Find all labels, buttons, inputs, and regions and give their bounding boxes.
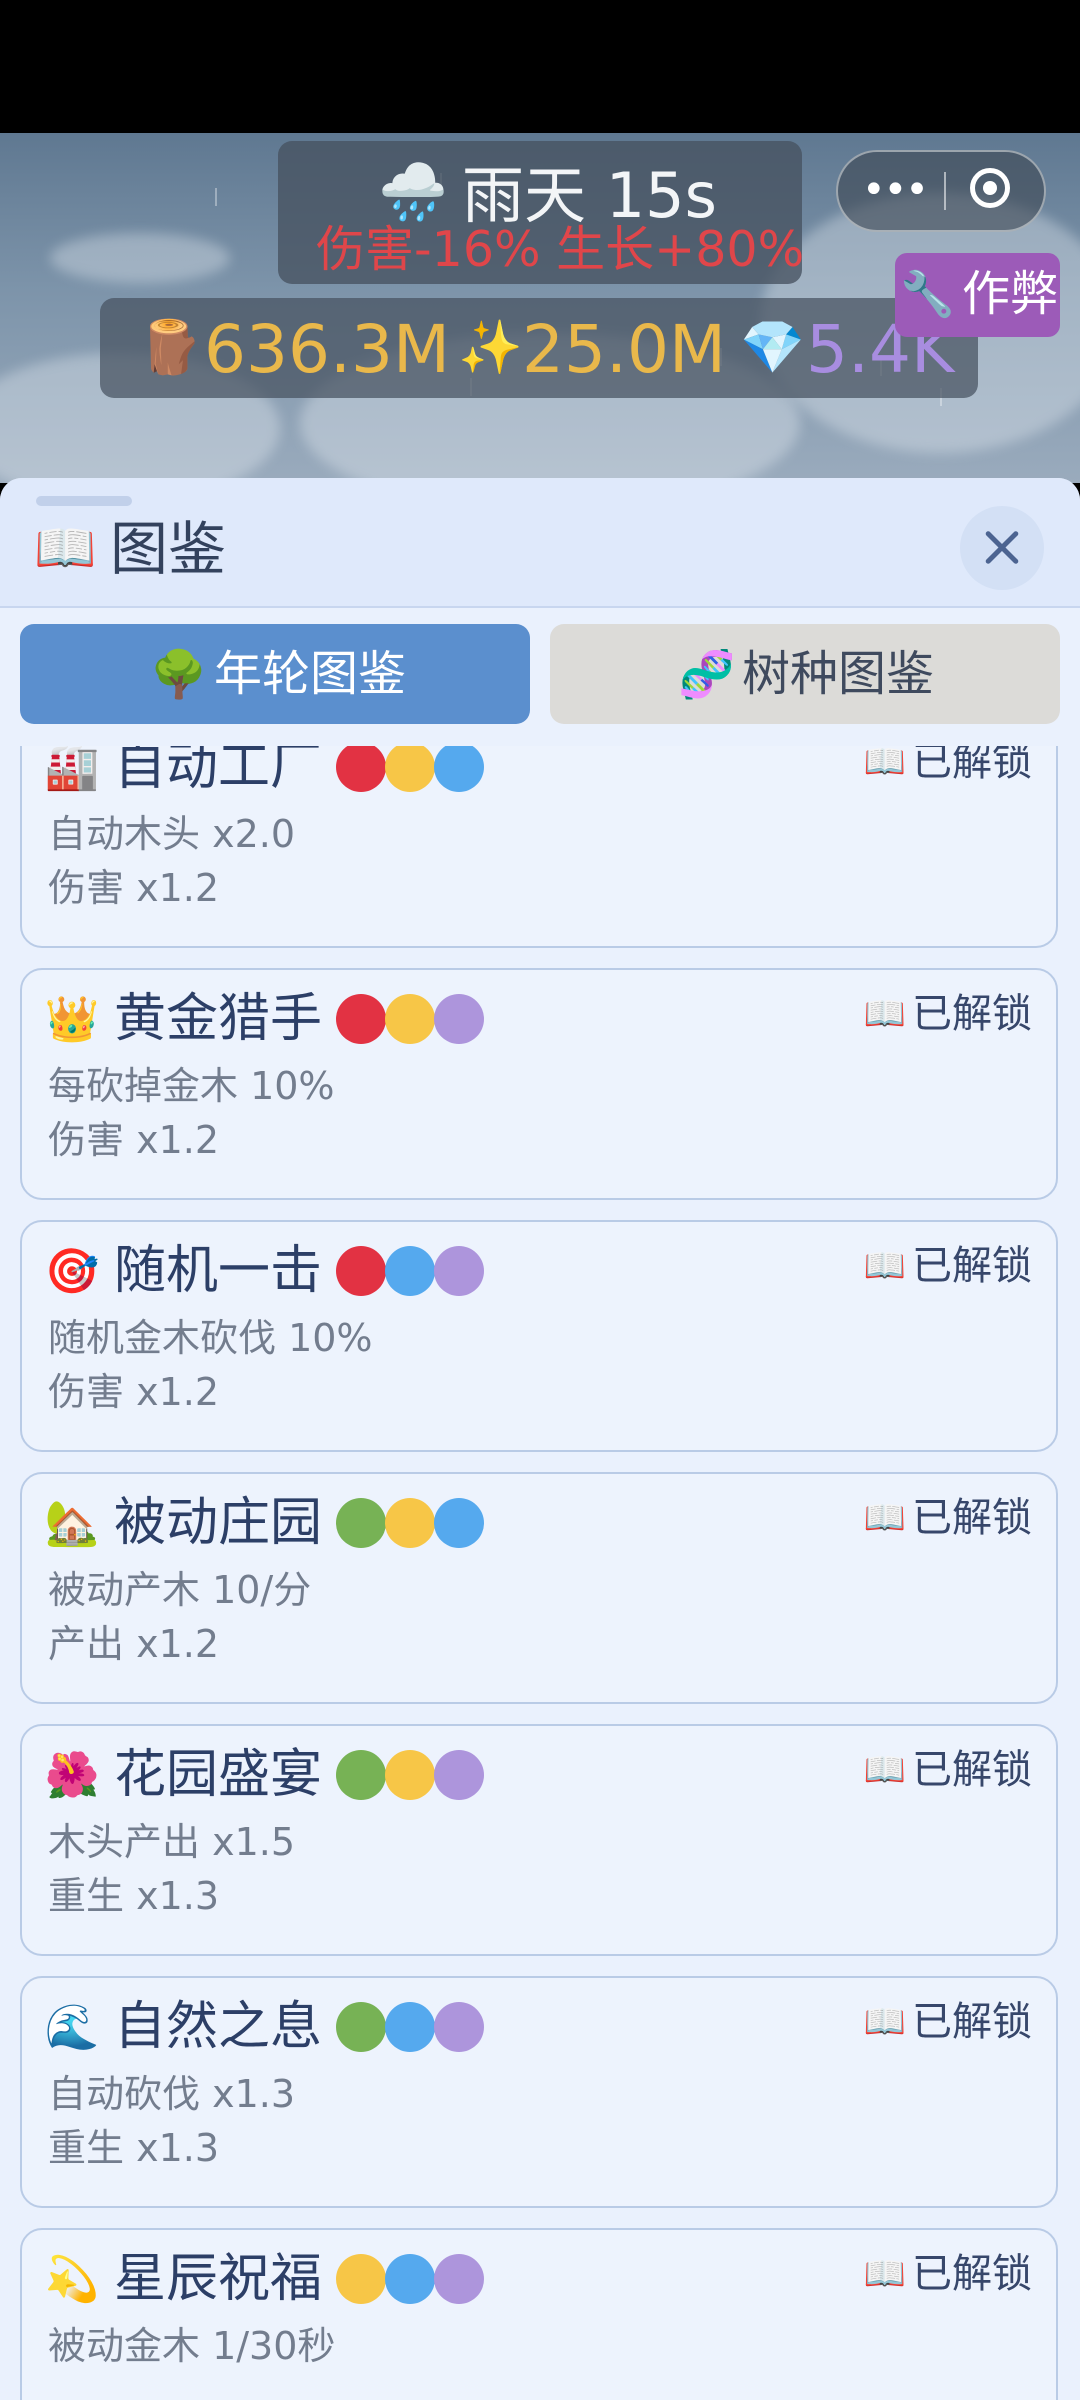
unlock-status: 📖 已解锁 [864, 1488, 1032, 1548]
wave-icon: 🌊 [44, 2002, 100, 2053]
color-dot-purple [434, 994, 484, 1044]
card-name: 自然之息 [114, 1997, 323, 2057]
color-dot-purple [434, 2254, 484, 2304]
color-dot-green [336, 1498, 386, 1548]
crown-icon: 👑 [44, 994, 100, 1045]
dna-icon: 🧬 [678, 647, 736, 701]
color-dot-red [336, 1246, 386, 1296]
codex-card[interactable]: 🎯 随机一击 📖 已解锁 随机金木砍伐 10% 伤害 x1.2 [20, 1220, 1058, 1452]
sparkle-count: 25.0M [522, 311, 726, 388]
color-dot-yellow [385, 1498, 435, 1548]
card-name: 随机一击 [114, 1241, 323, 1301]
color-dot-red [336, 994, 386, 1044]
panel-header: 📖 图鉴 [0, 478, 1080, 608]
color-dot-red [336, 746, 386, 792]
color-dot-yellow [385, 994, 435, 1044]
card-effect-1: 每砍掉金木 10% [48, 1064, 335, 1108]
color-dot-yellow [336, 2254, 386, 2304]
wrench-icon: 🔧 [900, 269, 955, 320]
book-icon: 📖 [863, 2002, 906, 2042]
hibiscus-icon: 🌺 [44, 1750, 100, 1801]
codex-card[interactable]: 🏭 自动工厂 📖 已解锁 自动木头 x2.0 伤害 x1.2 [20, 746, 1058, 948]
tab-ring-codex[interactable]: 🌳 年轮图鉴 [20, 624, 530, 724]
card-effect-1: 被动产木 10/分 [48, 1568, 312, 1612]
card-effect-2: 伤害 x1.2 [48, 1370, 220, 1414]
book-icon: 📖 [863, 1750, 906, 1790]
color-dot-blue [385, 2254, 435, 2304]
tab-label: 树种图鉴 [742, 646, 935, 702]
tab-species-codex[interactable]: 🧬 树种图鉴 [550, 624, 1060, 724]
card-name: 星辰祝福 [114, 2249, 323, 2309]
book-icon: 📖 [863, 994, 906, 1034]
house-garden-icon: 🏡 [44, 1498, 100, 1549]
card-name: 花园盛宴 [114, 1745, 323, 1805]
card-effect-2: 伤害 x1.2 [48, 866, 220, 910]
codex-card[interactable]: 🏡 被动庄园 📖 已解锁 被动产木 10/分 产出 x1.2 [20, 1472, 1058, 1704]
unlock-status: 📖 已解锁 [864, 2244, 1032, 2304]
more-dots-icon[interactable]: ••• [862, 160, 929, 220]
color-dot-yellow [385, 746, 435, 792]
tree-icon: 🌳 [150, 647, 208, 701]
book-icon: 📖 [863, 2254, 906, 2294]
unlock-status: 📖 已解锁 [864, 984, 1032, 1044]
codex-panel: 📖 图鉴 🌳 年轮图鉴 🧬 树种图鉴 🏭 自动工厂 📖 已解锁 自动木头 x2.0… [0, 478, 1080, 2400]
card-effect-1: 被动金木 1/30秒 [48, 2324, 336, 2368]
card-effect-1: 木头产出 x1.5 [48, 1820, 296, 1864]
diamond-icon: 💎 [740, 318, 805, 378]
color-dot-yellow [385, 1750, 435, 1800]
unlock-status: 📖 已解锁 [864, 1740, 1032, 1800]
panel-title: 图鉴 [110, 515, 227, 583]
codex-card[interactable]: 🌊 自然之息 📖 已解锁 自动砍伐 x1.3 重生 x1.3 [20, 1976, 1058, 2208]
color-dot-blue [385, 1246, 435, 1296]
book-icon: 📖 [863, 746, 906, 782]
card-effect-2: 重生 x1.3 [48, 2126, 220, 2170]
codex-list[interactable]: 🏭 自动工厂 📖 已解锁 自动木头 x2.0 伤害 x1.2 👑 黄金猎手 📖 已解… [0, 746, 1080, 2400]
card-effect-2: 重生 x1.3 [48, 1874, 220, 1918]
codex-card[interactable]: 💫 星辰祝福 📖 已解锁 被动金木 1/30秒 [20, 2228, 1058, 2400]
color-dot-blue [434, 1498, 484, 1548]
card-effect-1: 随机金木砍伐 10% [48, 1316, 373, 1360]
color-dot-green [336, 1750, 386, 1800]
codex-card[interactable]: 👑 黄金猎手 📖 已解锁 每砍掉金木 10% 伤害 x1.2 [20, 968, 1058, 1200]
sparkles-icon: ✨ [458, 318, 523, 378]
card-effect-1: 自动砍伐 x1.3 [48, 2072, 296, 2116]
open-book-icon: 📖 [34, 519, 97, 577]
unlock-status: 📖 已解锁 [864, 746, 1032, 792]
color-dot-blue [434, 746, 484, 792]
card-name: 自动工厂 [114, 746, 323, 797]
weather-effects: 伤害-16% 生长+80% [316, 221, 805, 278]
factory-icon: 🏭 [44, 746, 100, 793]
codex-card[interactable]: 🌺 花园盛宴 📖 已解锁 木头产出 x1.5 重生 x1.3 [20, 1724, 1058, 1956]
card-name: 被动庄园 [114, 1493, 323, 1553]
unlock-status: 📖 已解锁 [864, 1236, 1032, 1296]
shooting-star-icon: 💫 [44, 2254, 100, 2305]
tab-label: 年轮图鉴 [214, 646, 407, 702]
exit-circle-icon[interactable] [970, 168, 1010, 208]
book-icon: 📖 [863, 1498, 906, 1538]
card-effect-1: 自动木头 x2.0 [48, 812, 296, 856]
cheat-label: 作弊 [962, 266, 1059, 322]
wood-count: 636.3M [204, 311, 450, 388]
color-dot-purple [434, 1246, 484, 1296]
target-icon: 🎯 [44, 1246, 100, 1297]
card-effect-2: 产出 x1.2 [48, 1622, 220, 1666]
color-dot-purple [434, 2002, 484, 2052]
card-effect-2: 伤害 x1.2 [48, 1118, 220, 1162]
color-dot-blue [385, 2002, 435, 2052]
unlock-status: 📖 已解锁 [864, 1992, 1032, 2052]
card-name: 黄金猎手 [114, 989, 323, 1049]
color-dot-purple [434, 1750, 484, 1800]
drag-handle[interactable] [36, 496, 132, 506]
wood-log-icon: 🪵 [138, 318, 203, 378]
color-dot-green [336, 2002, 386, 2052]
status-bar [0, 0, 1080, 133]
book-icon: 📖 [863, 1246, 906, 1286]
capsule-divider [944, 172, 946, 210]
close-button[interactable] [960, 506, 1044, 590]
